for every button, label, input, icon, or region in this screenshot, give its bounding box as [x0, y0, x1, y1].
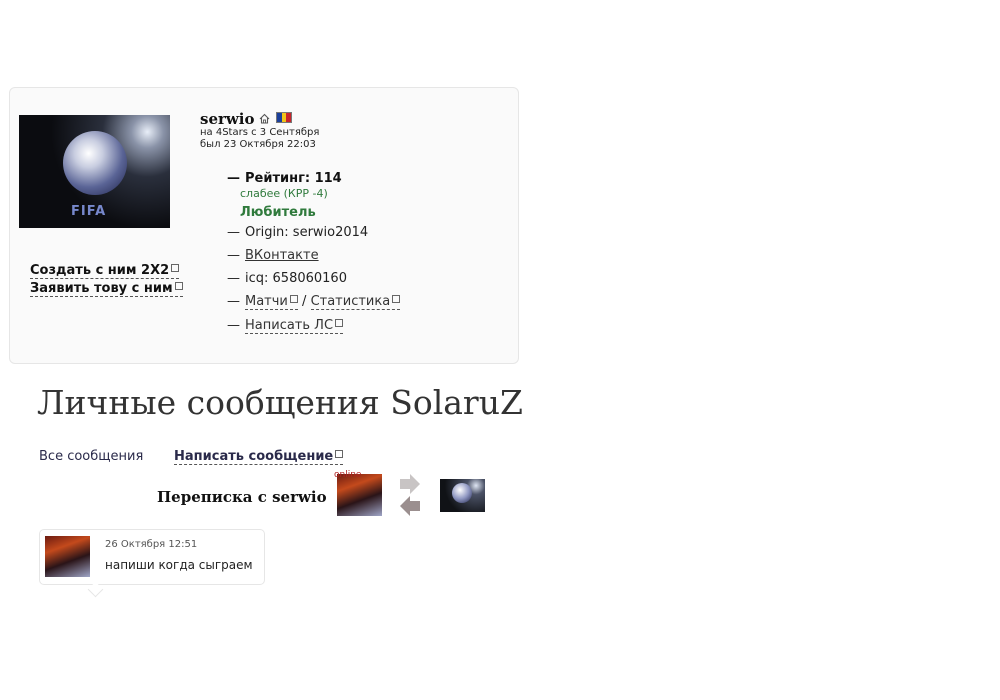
profile-avatar[interactable]: FIFA: [19, 115, 170, 228]
external-link-icon: [335, 450, 344, 458]
create-2x2-label: Создать с ним 2Х2: [30, 263, 170, 278]
write-pm-row: — Написать ЛС: [227, 318, 344, 334]
challenge-link[interactable]: Заявить тову с ним: [30, 281, 183, 297]
stats-link[interactable]: Статистика: [310, 294, 401, 310]
football-emblem: [63, 131, 127, 195]
external-link-icon: [392, 295, 401, 303]
message-author-avatar[interactable]: [45, 536, 90, 577]
external-link-icon: [171, 264, 180, 272]
vk-row: — ВКонтакте: [227, 248, 319, 263]
icq-row: — icq: 658060160: [227, 271, 347, 286]
icq-value: icq: 658060160: [245, 271, 347, 286]
message-date: 26 Октября 12:51: [105, 539, 198, 550]
exchange-arrows-icon: [400, 474, 420, 516]
rating-row: — Рейтинг: 114: [227, 171, 342, 186]
write-message-link[interactable]: Написать сообщение: [174, 449, 344, 465]
origin-row: — Origin: serwio2014: [227, 225, 369, 240]
external-link-icon: [335, 319, 344, 327]
page-title: Личные сообщения SolaruZ: [37, 383, 523, 422]
football-emblem: [452, 483, 472, 503]
write-pm-link[interactable]: Написать ЛС: [245, 318, 344, 334]
level-label: Любитель: [240, 205, 316, 220]
matches-label: Матчи: [245, 294, 288, 309]
home-icon: [259, 113, 270, 124]
member-since: на 4Stars с 3 Сентября: [200, 127, 320, 138]
online-indicator: online: [334, 470, 362, 480]
write-message-label: Написать сообщение: [174, 449, 334, 464]
rating-subtext: слабее (КРР -4): [240, 187, 328, 200]
create-2x2-link[interactable]: Создать с ним 2Х2: [30, 263, 180, 279]
external-link-icon: [289, 295, 298, 303]
origin-value: Origin: serwio2014: [245, 225, 369, 240]
matches-stats-row: — Матчи / Статистика: [227, 294, 401, 310]
stats-label: Статистика: [310, 294, 391, 309]
avatar-logo-text: FIFA: [71, 204, 107, 219]
profile-username: serwio: [200, 110, 255, 128]
rating-value: Рейтинг: 114: [245, 171, 342, 186]
message-text: напиши когда сыграем: [105, 558, 253, 572]
matches-link[interactable]: Матчи: [245, 294, 298, 310]
all-messages-link[interactable]: Все сообщения: [39, 449, 143, 464]
country-flag-icon: [276, 112, 292, 123]
link-separator: /: [302, 294, 307, 309]
write-pm-label: Написать ЛС: [245, 318, 334, 333]
last-seen: был 23 Октября 22:03: [200, 139, 316, 150]
challenge-label: Заявить тову с ним: [30, 281, 173, 296]
vk-link[interactable]: ВКонтакте: [245, 248, 319, 263]
correspondence-title: Переписка с serwio: [157, 488, 327, 506]
external-link-icon: [174, 282, 183, 290]
my-avatar[interactable]: [337, 474, 382, 516]
partner-avatar[interactable]: [440, 479, 485, 512]
